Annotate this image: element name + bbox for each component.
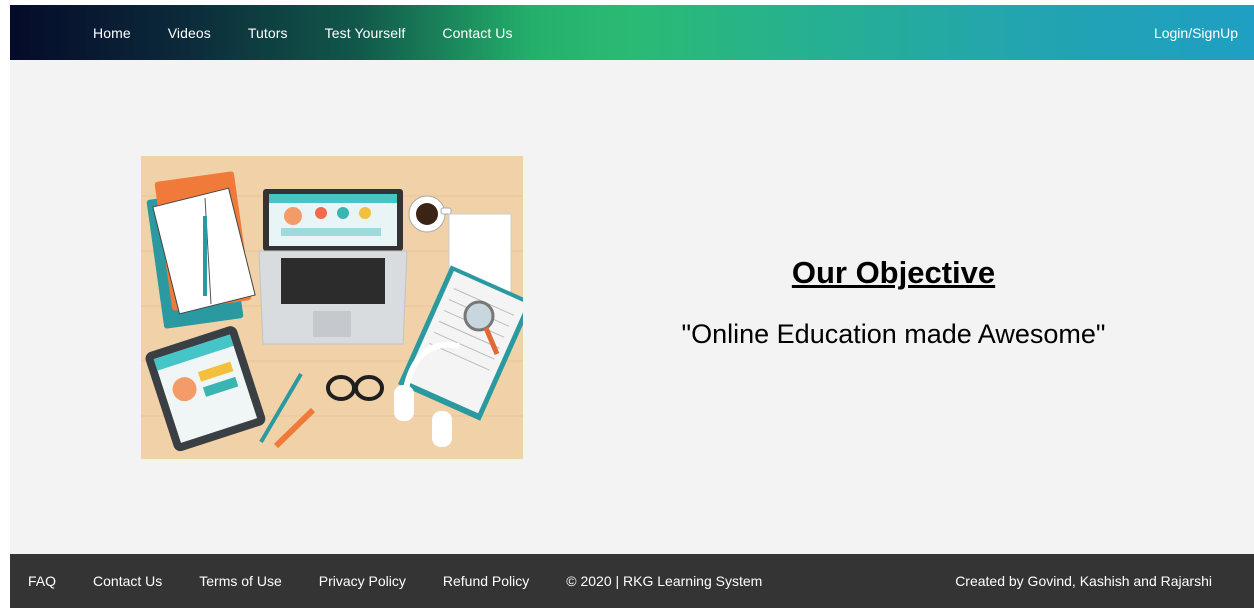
nav-links: Home Videos Tutors Test Yourself Contact… — [93, 5, 550, 60]
desk-illustration — [141, 156, 523, 459]
footer-terms-of-use[interactable]: Terms of Use — [199, 573, 281, 589]
footer-links: FAQ Contact Us Terms of Use Privacy Poli… — [28, 554, 762, 608]
footer-refund-policy[interactable]: Refund Policy — [443, 573, 529, 589]
footer-contact-us[interactable]: Contact Us — [93, 573, 162, 589]
nav-videos[interactable]: Videos — [168, 25, 211, 41]
login-signup-link[interactable]: Login/SignUp — [1154, 5, 1238, 60]
laptop-icon — [258, 189, 408, 345]
nav-tutors[interactable]: Tutors — [248, 25, 288, 41]
top-navbar: Home Videos Tutors Test Yourself Contact… — [10, 5, 1254, 60]
copyright-text: © 2020 | RKG Learning System — [566, 573, 763, 589]
objective-tagline: "Online Education made Awesome" — [681, 319, 1106, 349]
nav-contact-us[interactable]: Contact Us — [442, 25, 512, 41]
nav-test-yourself[interactable]: Test Yourself — [325, 25, 406, 41]
footer-faq[interactable]: FAQ — [28, 573, 56, 589]
hero-illustration — [141, 156, 523, 459]
objective-section: Our Objective "Online Education made Awe… — [610, 255, 1177, 350]
footer-privacy-policy[interactable]: Privacy Policy — [319, 573, 406, 589]
page: Home Videos Tutors Test Yourself Contact… — [10, 5, 1254, 608]
nav-home[interactable]: Home — [93, 25, 131, 41]
objective-title: Our Objective — [791, 255, 996, 290]
credits-text: Created by Govind, Kashish and Rajarshi — [955, 573, 1212, 589]
footer: FAQ Contact Us Terms of Use Privacy Poli… — [10, 554, 1254, 608]
